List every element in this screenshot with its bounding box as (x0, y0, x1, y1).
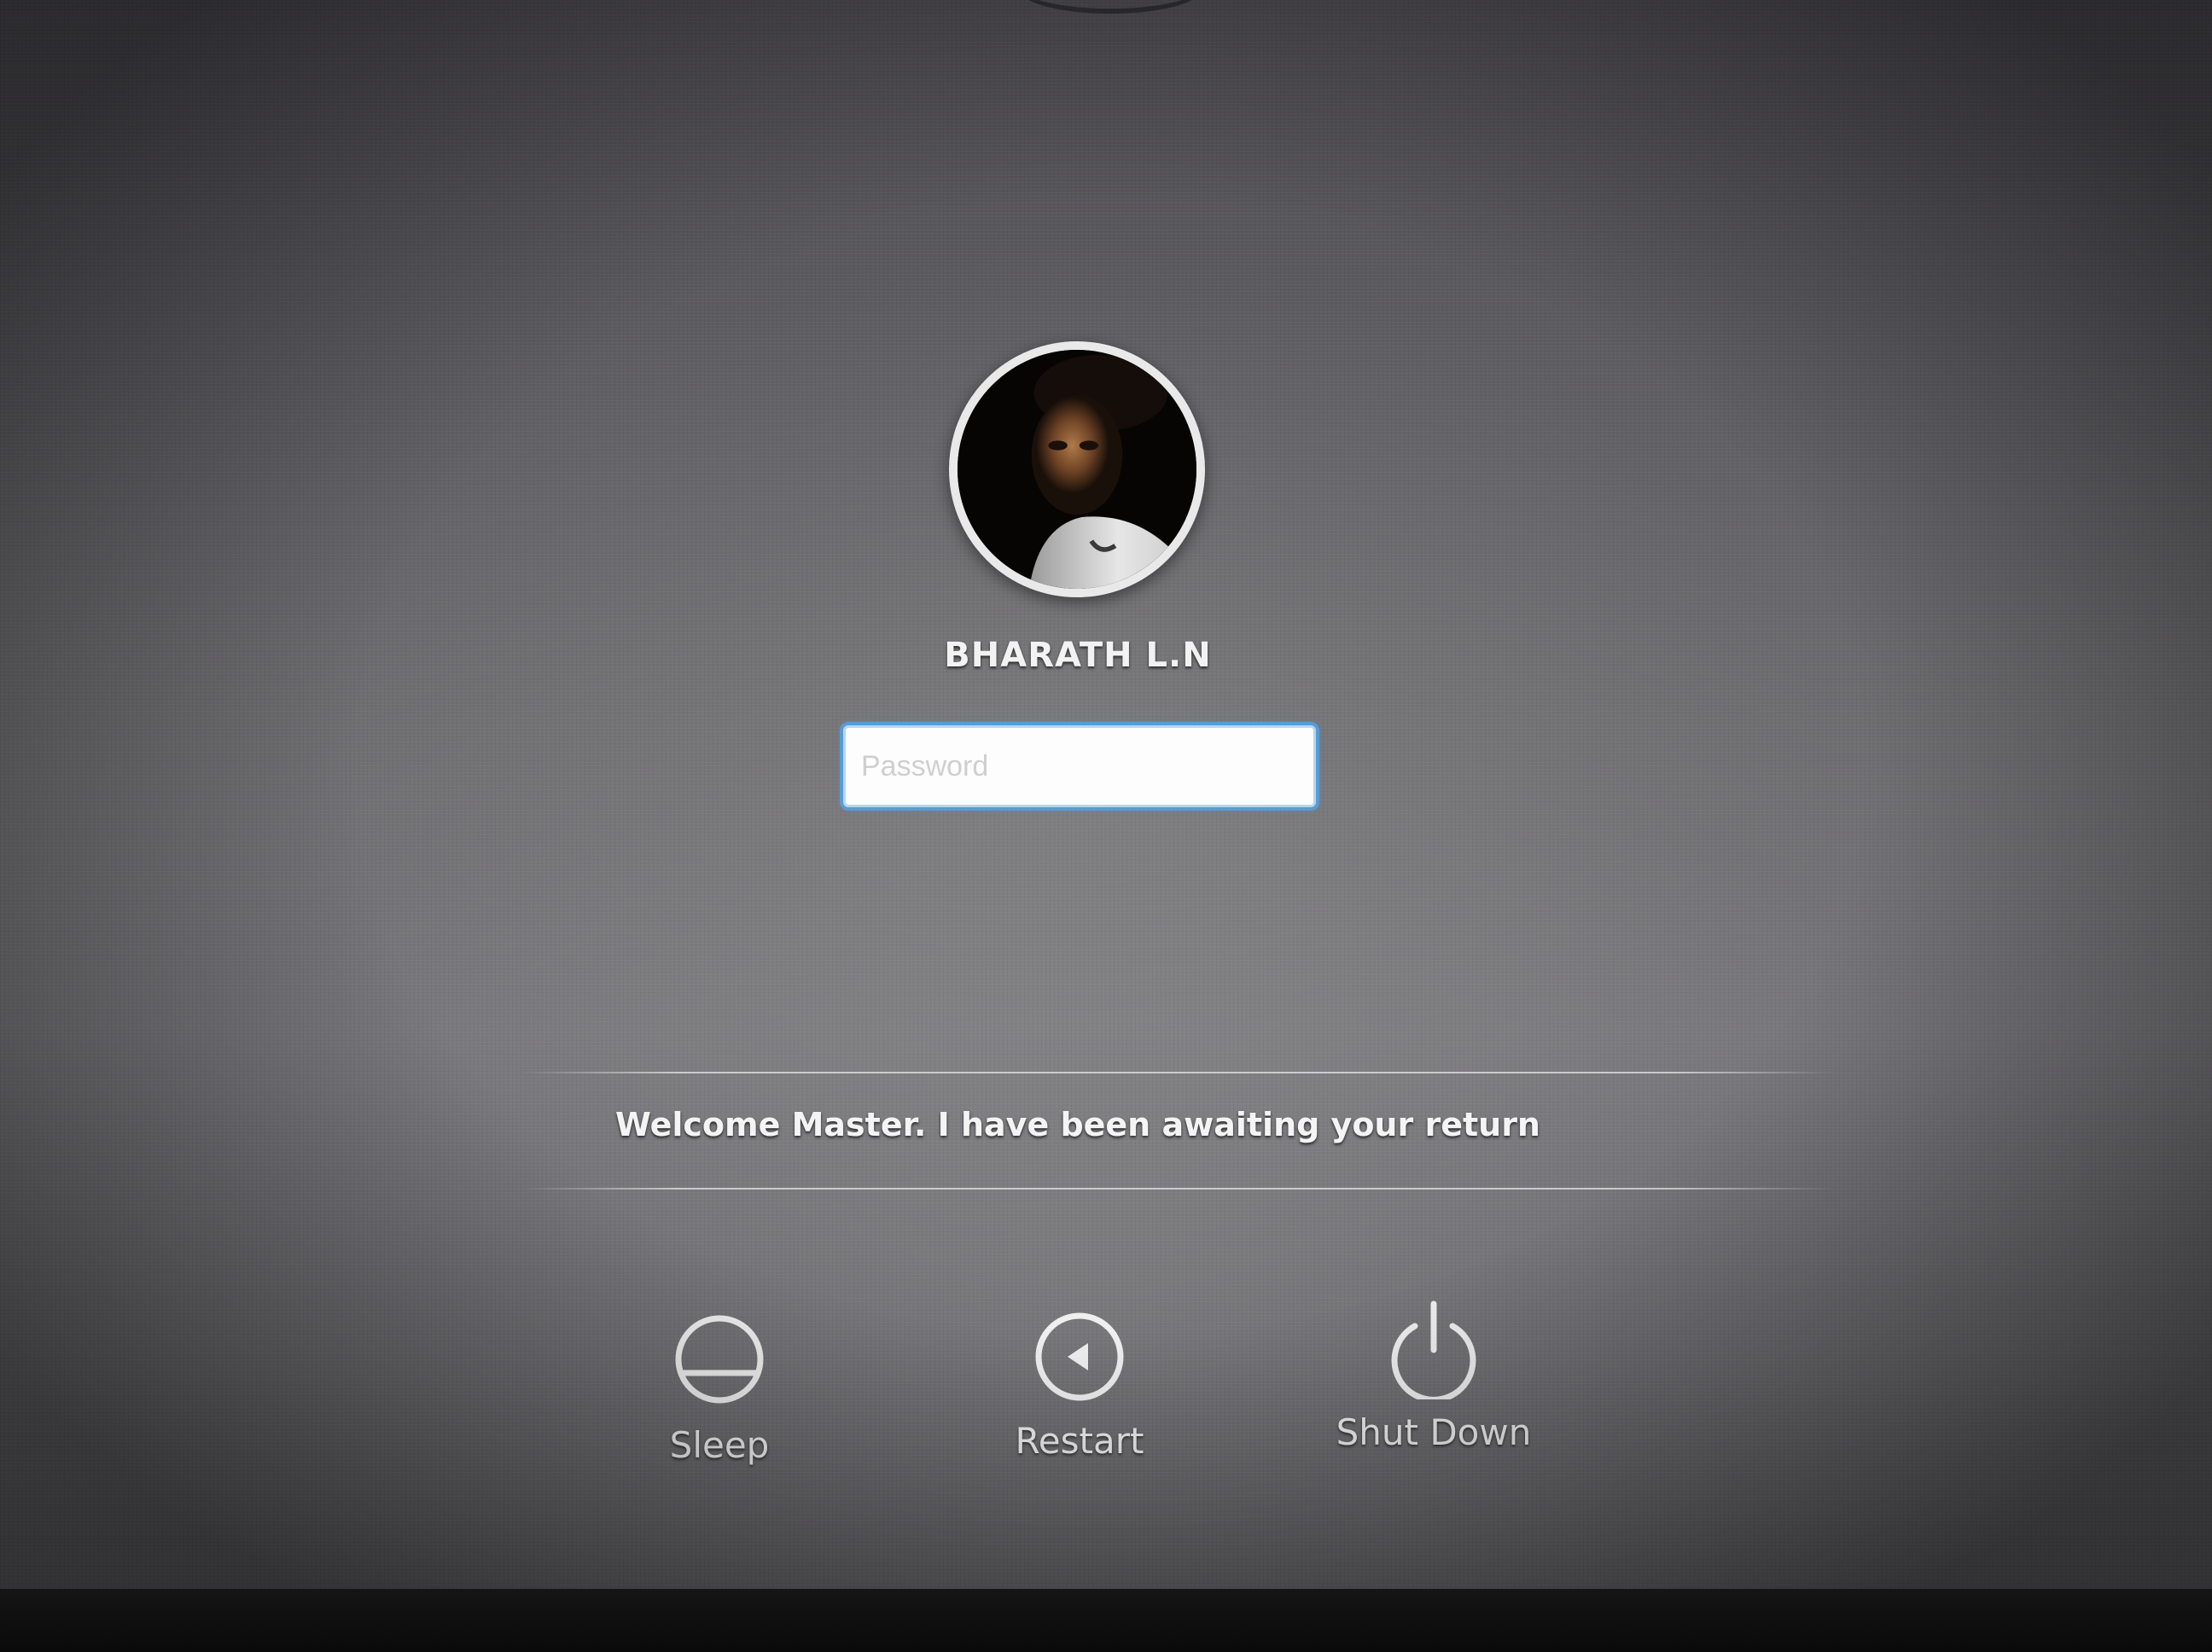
shutdown-button[interactable]: Shut Down (1289, 1297, 1579, 1468)
restart-label: Restart (1015, 1420, 1144, 1462)
restart-icon (1035, 1312, 1124, 1401)
password-field[interactable] (843, 725, 1316, 807)
apple-logo-partial (1020, 0, 1201, 14)
user-photo (958, 350, 1196, 589)
login-message: Welcome Master. I have been awaiting you… (615, 1106, 1540, 1143)
power-icon (1391, 1300, 1476, 1399)
sleep-label: Sleep (669, 1424, 770, 1466)
shutdown-label: Shut Down (1336, 1411, 1532, 1453)
sleep-button[interactable]: Sleep (574, 1310, 864, 1480)
restart-button[interactable]: Restart (934, 1306, 1225, 1476)
login-screen: BHARATH L.N Welcome Master. I have been … (0, 0, 2212, 1589)
monitor-bezel (0, 1589, 2212, 1652)
user-name: BHARATH L.N (944, 636, 1212, 675)
user-avatar[interactable] (949, 341, 1205, 597)
sleep-icon (675, 1315, 764, 1404)
divider-bottom (521, 1188, 1835, 1190)
divider-top (521, 1072, 1835, 1073)
